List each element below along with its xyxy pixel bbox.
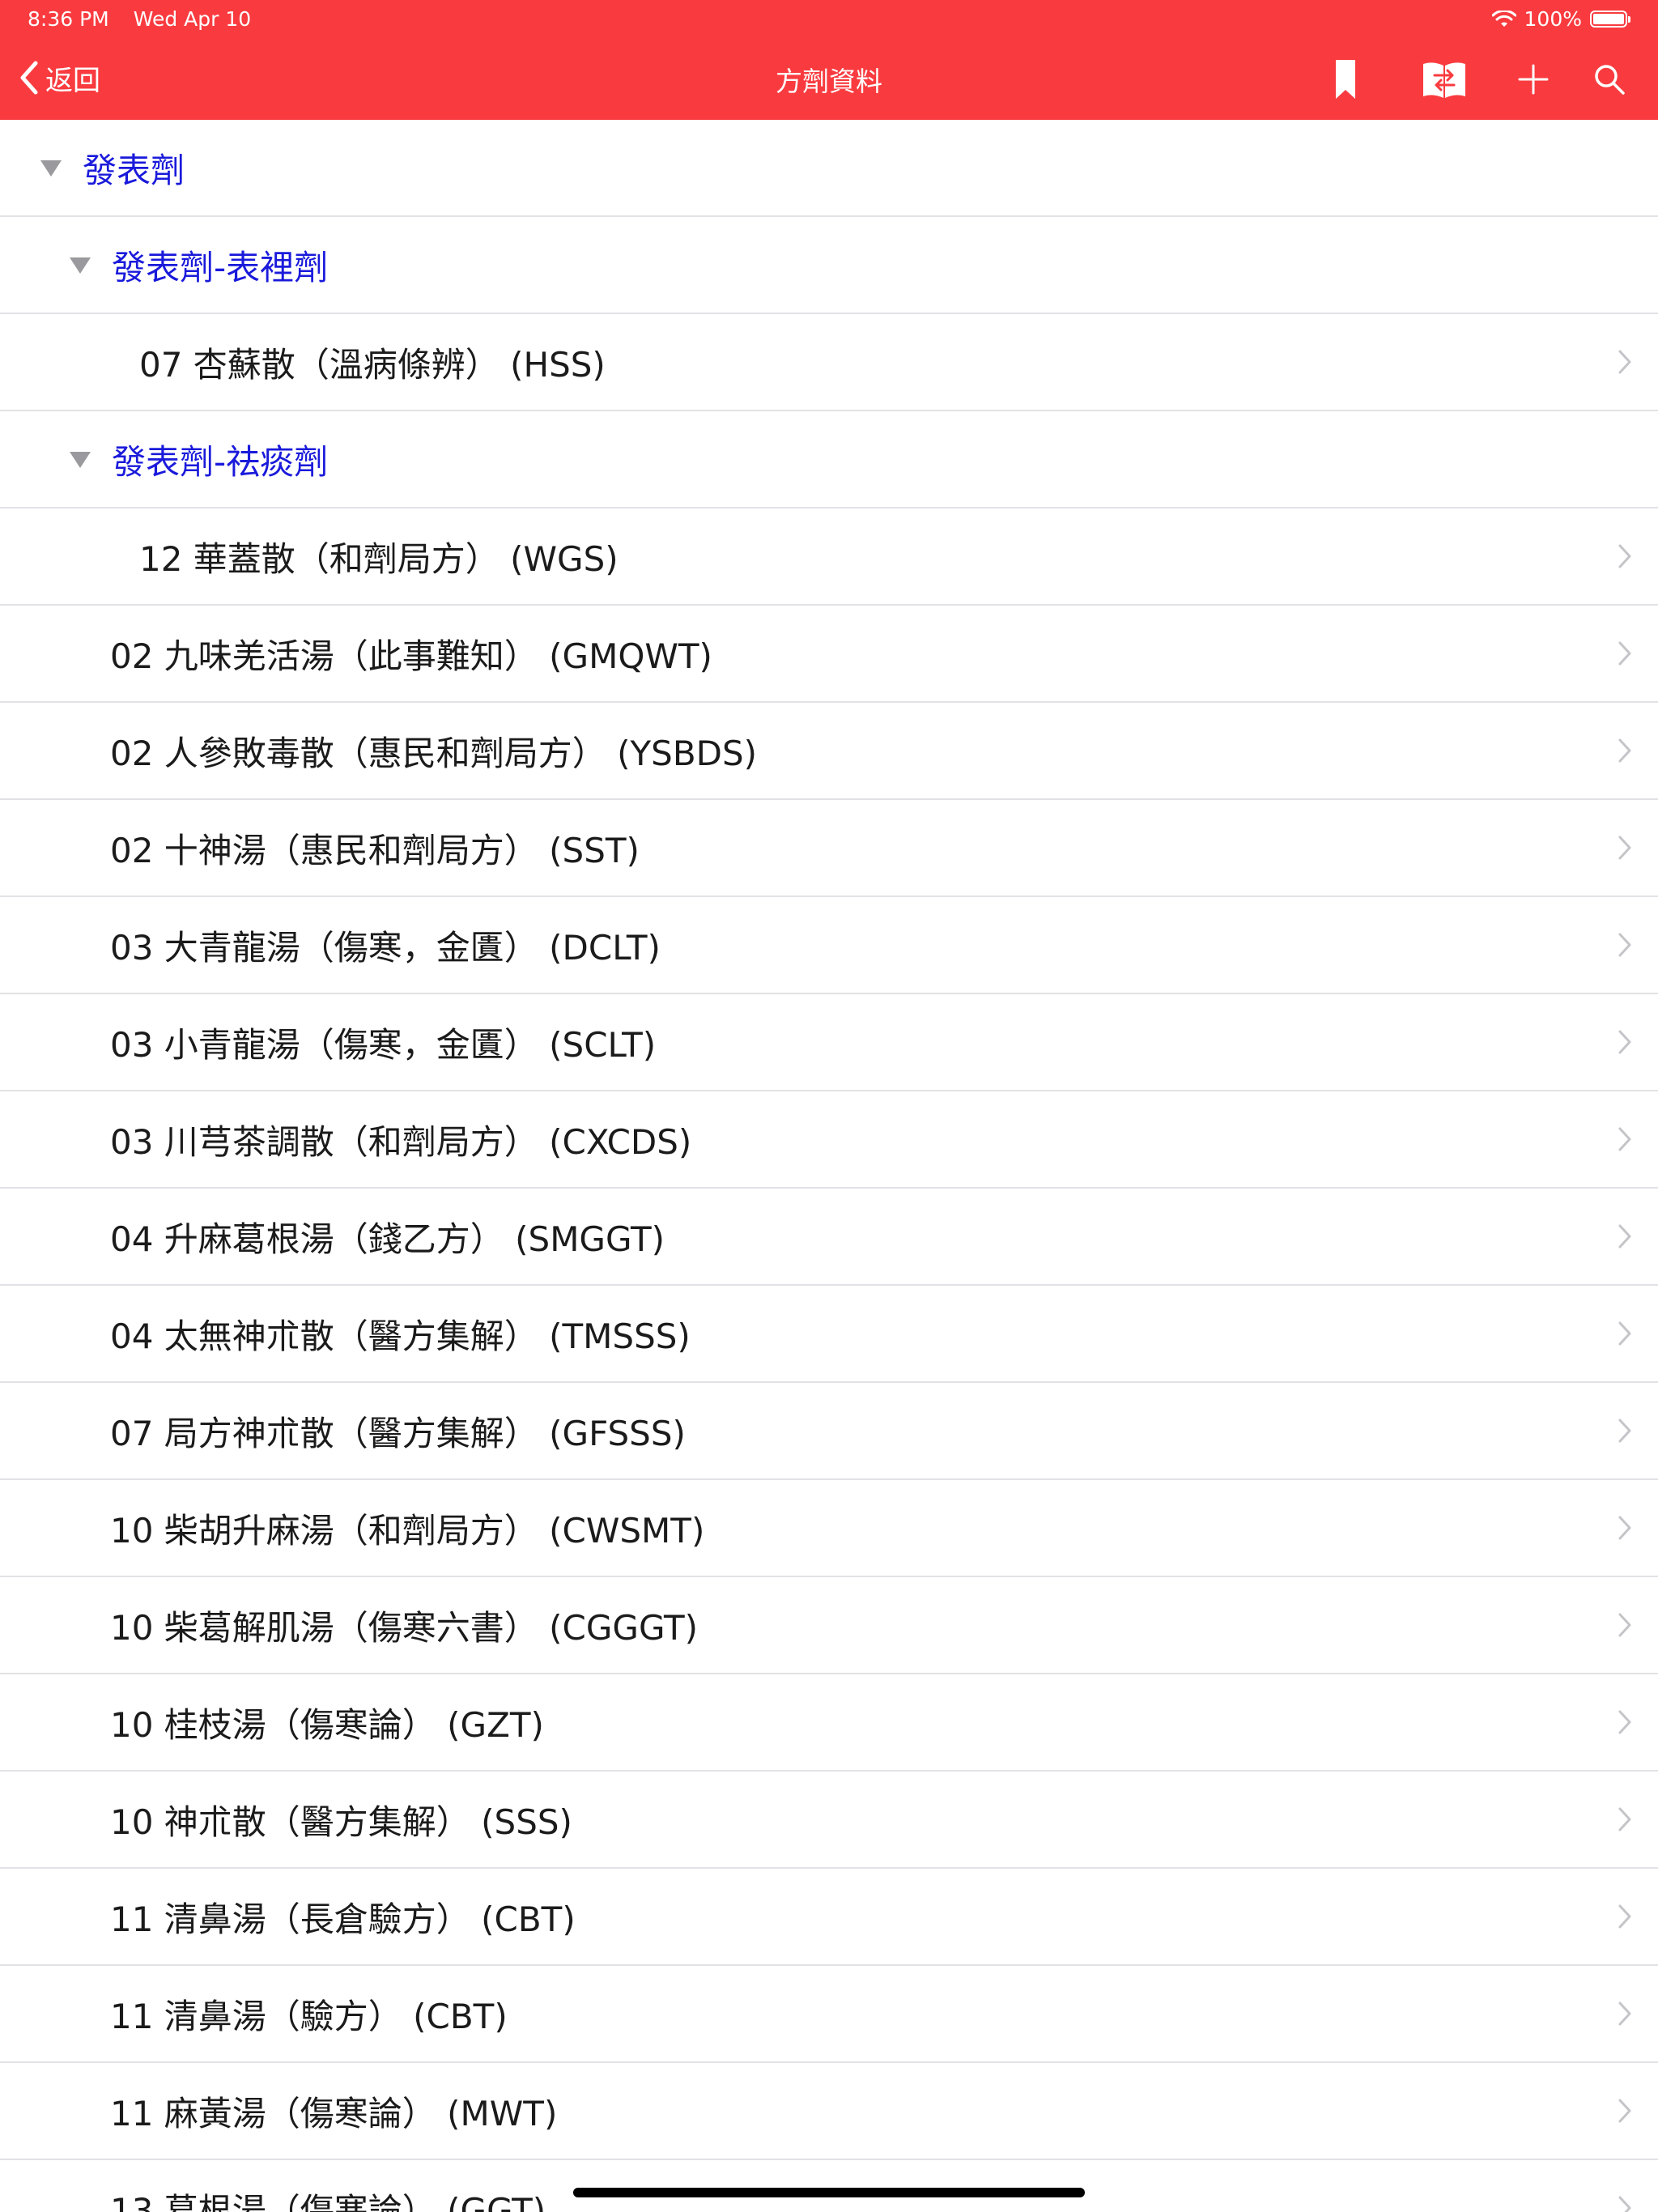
chevron-right-icon: [1618, 933, 1631, 957]
chevron-right-icon: [1618, 1807, 1631, 1831]
status-bar-left: 8:36 PM Wed Apr 10: [28, 7, 269, 31]
disclosure-triangle-icon: [40, 160, 62, 177]
list-item-label: 13 葛根湯（傷寒論） (GGT): [110, 2190, 546, 2212]
chevron-right-icon: [1618, 1030, 1631, 1054]
disclosure-triangle-icon: [70, 452, 91, 468]
list-item[interactable]: 10 柴胡升麻湯（和劑局方） (CWSMT): [0, 1480, 1658, 1577]
list-item[interactable]: 12 華蓋散（和劑局方） (WGS): [0, 508, 1658, 606]
chevron-right-icon: [1618, 544, 1631, 568]
list-item[interactable]: 02 人參敗毒散（惠民和劑局方） (YSBDS): [0, 703, 1658, 800]
wifi-icon: [1491, 10, 1516, 27]
list-item[interactable]: 10 桂枝湯（傷寒論） (GZT): [0, 1674, 1658, 1772]
chevron-right-icon: [1618, 1710, 1631, 1734]
list-item-label: 02 十神湯（惠民和劑局方） (SST): [110, 830, 640, 870]
group-label: 發表劑: [83, 150, 185, 190]
search-button[interactable]: [1592, 57, 1627, 102]
chevron-right-icon: [1618, 738, 1631, 763]
chevron-right-icon: [1618, 836, 1631, 860]
chevron-right-icon: [1618, 641, 1631, 666]
search-icon: [1595, 65, 1625, 95]
list-item[interactable]: 07 局方神朮散（醫方集解） (GFSSS): [0, 1383, 1658, 1480]
list-item[interactable]: 10 神朮散（醫方集解） (SSS): [0, 1772, 1658, 1869]
list-item-label: 07 杏蘇散（溫病條辨） (HSS): [139, 344, 606, 385]
list-item-label: 11 麻黃湯（傷寒論） (MWT): [110, 2093, 558, 2133]
list-item-label: 03 大青龍湯（傷寒，金匱） (DCLT): [110, 927, 661, 968]
list-item[interactable]: 04 太無神朮散（醫方集解） (TMSSS): [0, 1286, 1658, 1383]
chevron-right-icon: [1618, 2001, 1631, 2026]
list-item-label: 02 人參敗毒散（惠民和劑局方） (YSBDS): [110, 733, 758, 773]
subgroup-label: 發表劑-祛痰劑: [112, 441, 329, 482]
status-bar-right: 100%: [1491, 7, 1630, 31]
list-item-label: 10 神朮散（醫方集解） (SSS): [110, 1802, 572, 1842]
chevron-right-icon: [1618, 1613, 1631, 1637]
list-item[interactable]: 02 十神湯（惠民和劑局方） (SST): [0, 800, 1658, 897]
list-item[interactable]: 13 葛根湯（傷寒論） (GGT): [0, 2160, 1658, 2212]
list-item[interactable]: 07 杏蘇散（溫病條辨） (HSS): [0, 314, 1658, 411]
nav-actions: [0, 57, 1658, 102]
disclosure-triangle-icon: [70, 257, 91, 274]
list-item-label: 04 升麻葛根湯（錢乙方） (SMGGT): [110, 1219, 665, 1259]
list-item[interactable]: 04 升麻葛根湯（錢乙方） (SMGGT): [0, 1189, 1658, 1286]
chevron-right-icon: [1618, 2099, 1631, 2123]
app-root: 8:36 PM Wed Apr 10 100% 返回 方劑資料 發表劑 發表劑-…: [0, 0, 1658, 2212]
bookmark-icon: [1336, 60, 1355, 99]
chevron-right-icon: [1618, 1321, 1631, 1346]
chevron-right-icon: [1618, 350, 1631, 374]
chevron-right-icon: [1618, 1127, 1631, 1151]
list-item[interactable]: 11 清鼻湯（長倉驗方） (CBT): [0, 1869, 1658, 1966]
subgroup-label: 發表劑-表裡劑: [112, 247, 329, 287]
list-item-label: 07 局方神朮散（醫方集解） (GFSSS): [110, 1413, 686, 1453]
chevron-right-icon: [1618, 2196, 1631, 2212]
list-item-label: 02 九味羌活湯（此事難知） (GMQWT): [110, 636, 712, 676]
list-item-label: 10 柴葛解肌湯（傷寒六書） (CGGGT): [110, 1607, 699, 1648]
chevron-right-icon: [1618, 1904, 1631, 1929]
battery-percent: 100%: [1524, 7, 1582, 31]
list-item[interactable]: 03 大青龍湯（傷寒，金匱） (DCLT): [0, 897, 1658, 994]
header: 8:36 PM Wed Apr 10 100% 返回 方劑資料: [0, 0, 1658, 120]
list-item-label: 10 桂枝湯（傷寒論） (GZT): [110, 1704, 544, 1745]
list-item-label: 11 清鼻湯（驗方） (CBT): [110, 1996, 508, 2036]
home-indicator: [573, 2188, 1085, 2197]
compare-icon: [1423, 62, 1465, 98]
list-item[interactable]: 03 小青龍湯（傷寒，金匱） (SCLT): [0, 994, 1658, 1091]
list-item[interactable]: 11 麻黃湯（傷寒論） (MWT): [0, 2063, 1658, 2160]
list-item[interactable]: 10 柴葛解肌湯（傷寒六書） (CGGGT): [0, 1577, 1658, 1674]
group-row[interactable]: 發表劑: [0, 120, 1658, 217]
chevron-right-icon: [1618, 1419, 1631, 1443]
list-item-label: 04 太無神朮散（醫方集解） (TMSSS): [110, 1316, 691, 1356]
list-item-label: 03 小青龍湯（傷寒，金匱） (SCLT): [110, 1024, 657, 1065]
status-date: Wed Apr 10: [133, 7, 252, 31]
bookmark-button[interactable]: [1328, 57, 1363, 102]
list-item-label: 10 柴胡升麻湯（和劑局方） (CWSMT): [110, 1510, 705, 1551]
subgroup-row[interactable]: 發表劑-表裡劑: [0, 217, 1658, 314]
add-icon: [1518, 64, 1549, 95]
compare-button[interactable]: [1418, 57, 1470, 102]
list-item[interactable]: 11 清鼻湯（驗方） (CBT): [0, 1966, 1658, 2063]
list-item[interactable]: 02 九味羌活湯（此事難知） (GMQWT): [0, 606, 1658, 703]
list-item[interactable]: 03 川芎茶調散（和劑局方） (CXCDS): [0, 1091, 1658, 1189]
chevron-right-icon: [1618, 1224, 1631, 1249]
chevron-right-icon: [1618, 1516, 1631, 1540]
list-item-label: 12 華蓋散（和劑局方） (WGS): [139, 538, 619, 579]
list-item-label: 03 川芎茶調散（和劑局方） (CXCDS): [110, 1121, 692, 1162]
battery-icon: [1590, 11, 1630, 28]
add-button[interactable]: [1516, 57, 1551, 102]
status-time: 8:36 PM: [28, 7, 109, 31]
list-item-label: 11 清鼻湯（長倉驗方） (CBT): [110, 1899, 576, 1939]
formula-list: 發表劑 發表劑-表裡劑 07 杏蘇散（溫病條辨） (HSS) 發表劑-祛痰劑 1…: [0, 120, 1658, 2212]
subgroup-row[interactable]: 發表劑-祛痰劑: [0, 411, 1658, 508]
